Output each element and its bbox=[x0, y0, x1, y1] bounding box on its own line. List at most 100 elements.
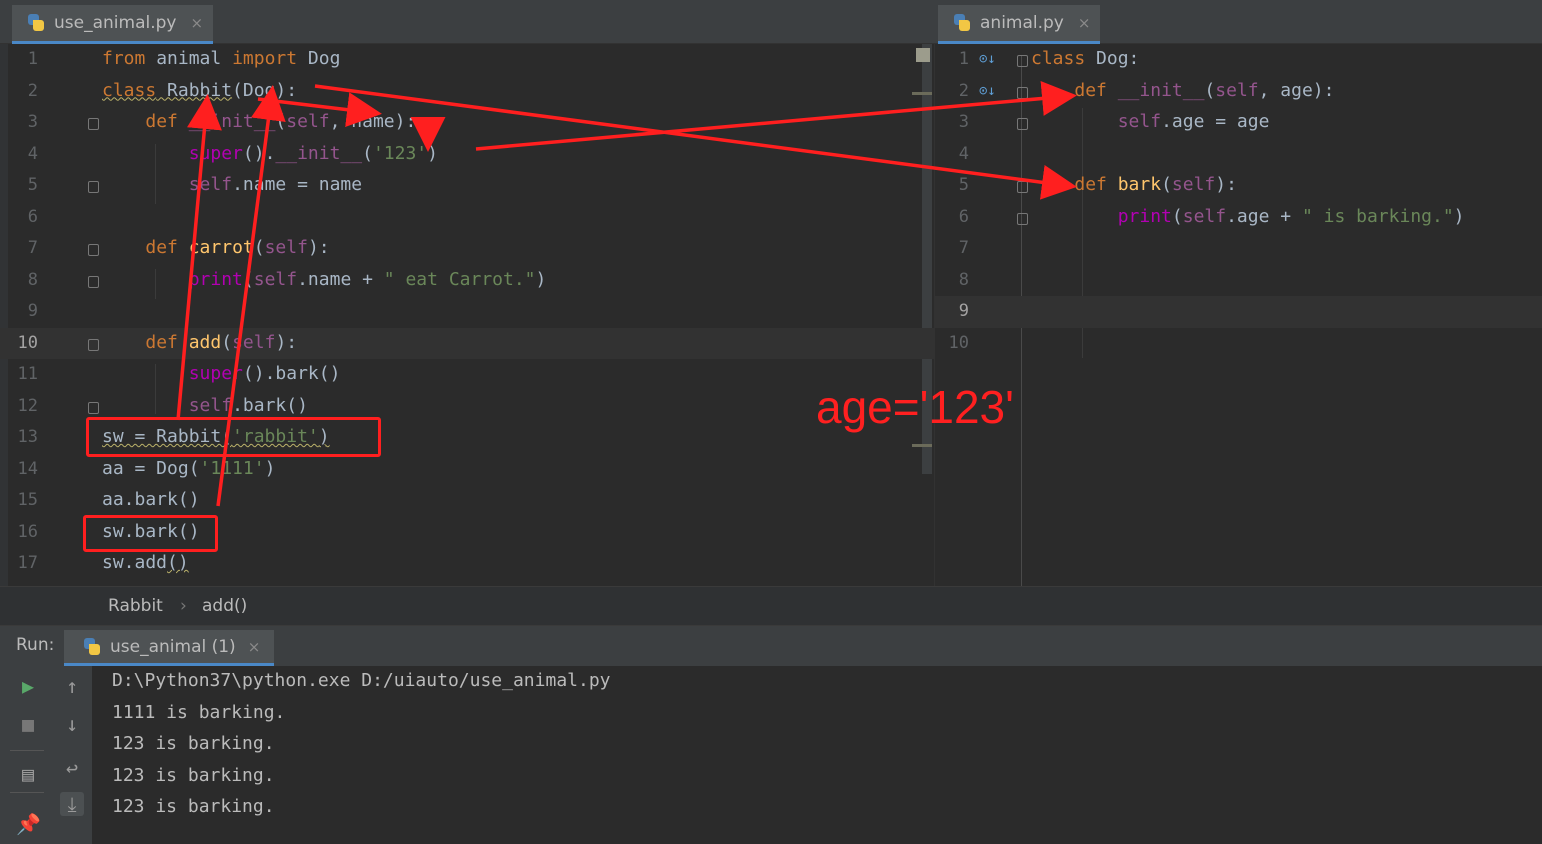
close-icon[interactable]: × bbox=[1078, 14, 1091, 32]
line-number: 3 bbox=[27, 112, 38, 132]
code-line[interactable]: 5 self.name = name bbox=[0, 170, 934, 202]
stop-icon[interactable]: ■ bbox=[16, 712, 40, 736]
code-line[interactable]: 8 bbox=[935, 265, 1542, 297]
console-line: 123 is barking. bbox=[112, 733, 275, 754]
code-text: def bark(self): bbox=[1074, 174, 1237, 195]
run-console-output[interactable]: D:\Python37\python.exe D:/uiauto/use_ani… bbox=[92, 666, 1542, 844]
code-line[interactable]: 17 sw.add() bbox=[0, 548, 934, 580]
fold-icon[interactable] bbox=[1017, 181, 1028, 193]
tab-animal[interactable]: animal.py × bbox=[938, 5, 1101, 44]
line-number: 2 bbox=[27, 80, 38, 101]
line-number: 7 bbox=[27, 238, 38, 258]
run-toolbar: ▶ ↑ ■ ↓ ▤ ↩ ⤓ 📌 bbox=[0, 666, 92, 844]
code-line-current[interactable]: 10 def add(self): bbox=[0, 327, 934, 359]
close-icon[interactable]: × bbox=[248, 638, 261, 656]
code-text: class Dog: bbox=[1031, 48, 1140, 69]
code-text: from animal import Dog bbox=[102, 48, 341, 69]
line-number: 3 bbox=[958, 112, 969, 132]
code-text: super().bark() bbox=[188, 363, 341, 384]
rerun-icon[interactable]: ▶ bbox=[16, 674, 40, 698]
line-number: 10 bbox=[17, 332, 38, 353]
scroll-to-end-icon[interactable]: ⤓ bbox=[60, 792, 84, 816]
fold-icon[interactable] bbox=[88, 338, 99, 351]
code-line[interactable]: 7 def carrot(self): bbox=[0, 233, 934, 265]
implemented-icon[interactable]: ⊙↓ bbox=[979, 51, 996, 67]
line-number: 2 bbox=[958, 80, 969, 101]
line-number: 8 bbox=[27, 269, 38, 290]
code-line[interactable]: 2 class Rabbit(Dog): bbox=[0, 76, 934, 108]
code-text: self.age = age bbox=[1117, 111, 1270, 132]
fold-icon[interactable] bbox=[1017, 55, 1028, 67]
line-number: 7 bbox=[958, 238, 969, 258]
close-icon[interactable]: × bbox=[190, 14, 203, 32]
fold-icon[interactable] bbox=[88, 244, 99, 256]
down-arrow-icon[interactable]: ↓ bbox=[60, 712, 84, 736]
soft-wrap-icon[interactable]: ↩ bbox=[60, 756, 84, 780]
code-line[interactable]: 1 from animal import Dog bbox=[0, 44, 934, 76]
code-line[interactable]: 15 aa.bark() bbox=[0, 485, 934, 517]
line-number: 14 bbox=[17, 458, 38, 479]
code-line[interactable]: 3 def __init__(self, name): bbox=[0, 107, 934, 139]
code-text: aa.bark() bbox=[102, 489, 200, 510]
fold-icon[interactable] bbox=[88, 118, 99, 130]
line-number: 11 bbox=[17, 364, 38, 384]
code-line[interactable]: 2 ⊙↓ def __init__(self, age): bbox=[935, 76, 1542, 108]
code-line[interactable]: 6 print(self.age + " is barking.") bbox=[935, 202, 1542, 234]
code-line[interactable]: 9 bbox=[0, 296, 934, 328]
line-number: 13 bbox=[17, 427, 38, 447]
code-line[interactable]: 4 super().__init__('123') bbox=[0, 139, 934, 171]
line-number: 6 bbox=[958, 206, 969, 227]
fold-icon[interactable] bbox=[1017, 118, 1028, 130]
line-number: 9 bbox=[958, 301, 969, 321]
python-file-icon bbox=[26, 13, 46, 33]
run-tab-label: use_animal (1) bbox=[110, 636, 236, 657]
run-tool-header: Run: use_animal (1) × bbox=[0, 626, 1542, 666]
editor-use-animal[interactable]: 1 from animal import Dog 2 class Rabbit(… bbox=[0, 44, 934, 586]
fold-icon[interactable] bbox=[1017, 86, 1028, 99]
line-number: 8 bbox=[958, 269, 969, 290]
code-text: class Rabbit(Dog): bbox=[102, 79, 298, 101]
code-line[interactable]: 7 bbox=[935, 233, 1542, 265]
line-number: 17 bbox=[17, 553, 38, 573]
python-run-icon bbox=[82, 637, 102, 657]
code-line[interactable]: 10 bbox=[935, 328, 1542, 360]
annotation-label: age='123' bbox=[816, 381, 1014, 433]
code-line[interactable]: 4 bbox=[935, 139, 1542, 171]
code-line[interactable]: 14 aa = Dog('1111') bbox=[0, 454, 934, 486]
line-number: 5 bbox=[958, 175, 969, 195]
breadcrumb-method[interactable]: add() bbox=[202, 596, 247, 616]
console-line: 123 is barking. bbox=[112, 796, 275, 817]
breadcrumb: Rabbit › add() bbox=[0, 586, 1542, 626]
fold-icon[interactable] bbox=[88, 181, 99, 193]
line-number: 12 bbox=[17, 395, 38, 416]
code-line[interactable]: 1 ⊙↓ class Dog: bbox=[935, 44, 1542, 76]
pin-icon[interactable]: 📌 bbox=[16, 812, 41, 836]
editor-animal[interactable]: 1 ⊙↓ class Dog: 2 ⊙↓ def __init__(self, … bbox=[934, 44, 1542, 586]
code-line[interactable]: 3 self.age = age bbox=[935, 107, 1542, 139]
code-text: self.name = name bbox=[188, 174, 363, 195]
code-line[interactable]: 11 super().bark() bbox=[0, 359, 934, 391]
line-number: 4 bbox=[27, 143, 38, 164]
code-text: def add(self): bbox=[145, 331, 298, 353]
breadcrumb-class[interactable]: Rabbit bbox=[108, 596, 163, 616]
fold-icon[interactable] bbox=[88, 401, 99, 414]
overridden-icon[interactable]: ⊙↓ bbox=[979, 83, 996, 99]
code-line[interactable]: 6 bbox=[0, 202, 934, 234]
up-arrow-icon[interactable]: ↑ bbox=[60, 674, 84, 698]
layout-icon[interactable]: ▤ bbox=[16, 762, 40, 786]
line-number: 6 bbox=[27, 206, 38, 227]
code-text: print(self.age + " is barking.") bbox=[1117, 205, 1465, 227]
fold-icon[interactable] bbox=[1017, 212, 1028, 225]
line-number: 1 bbox=[27, 49, 38, 69]
run-tab[interactable]: use_animal (1) × bbox=[64, 630, 275, 666]
tab-use-animal[interactable]: use_animal.py × bbox=[12, 5, 214, 44]
console-line: 1111 is barking. bbox=[112, 702, 286, 723]
line-number: 4 bbox=[958, 143, 969, 164]
console-line: D:\Python37\python.exe D:/uiauto/use_ani… bbox=[112, 670, 611, 691]
code-line[interactable]: 8 print(self.name + " eat Carrot.") bbox=[0, 265, 934, 297]
fold-icon[interactable] bbox=[88, 275, 99, 288]
code-line-current[interactable]: 9 bbox=[935, 296, 1542, 328]
breadcrumb-separator: › bbox=[180, 596, 187, 616]
code-line[interactable]: 5 def bark(self): bbox=[935, 170, 1542, 202]
code-text: self.bark() bbox=[188, 394, 308, 416]
